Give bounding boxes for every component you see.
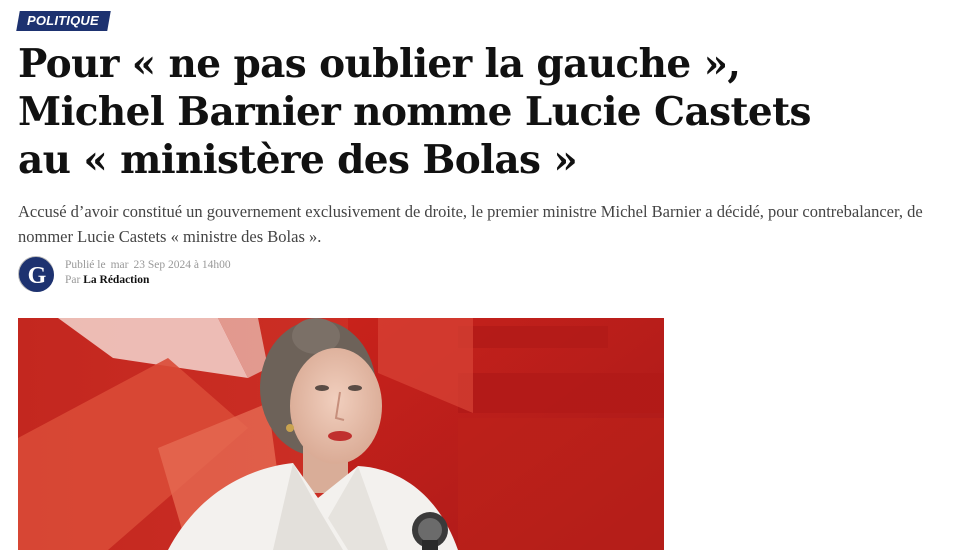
by-label: Par xyxy=(65,274,81,286)
publisher-logo-icon: G xyxy=(20,258,54,292)
lede-line: nommer Lucie Castets « ministre des Bola… xyxy=(18,227,322,246)
publish-day: mar xyxy=(110,259,129,271)
publish-date: 23 Sep 2024 à 14h00 xyxy=(133,259,231,271)
category-label: POLITIQUE xyxy=(27,13,99,28)
headline-line: Pour « ne pas oublier la gauche », xyxy=(18,41,741,87)
headline: Pour « ne pas oublier la gauche », Miche… xyxy=(18,40,948,184)
headline-line: au « ministère des Bolas » xyxy=(18,137,578,183)
hero-photo[interactable] xyxy=(18,318,664,550)
published-label: Publié le xyxy=(65,259,106,271)
lede: Accusé d’avoir constitué un gouvernement… xyxy=(18,199,948,249)
byline-meta: Publié le mar 23 Sep 2024 à 14h00 Par La R… xyxy=(65,258,231,288)
lede-line: Accusé d’avoir constitué un gouvernement… xyxy=(18,202,923,221)
headline-line: Michel Barnier nomme Lucie Castets xyxy=(18,89,811,135)
category-badge[interactable]: POLITIQUE xyxy=(16,11,111,31)
author-link[interactable]: La Rédaction xyxy=(83,274,149,286)
publisher-avatar[interactable]: G xyxy=(18,256,54,292)
avatar-letter: G xyxy=(28,263,47,289)
hero-photo-illustration xyxy=(18,318,664,550)
publish-info: Publié le mar 23 Sep 2024 à 14h00 xyxy=(65,258,231,273)
author-info: Par La Rédaction xyxy=(65,273,231,288)
